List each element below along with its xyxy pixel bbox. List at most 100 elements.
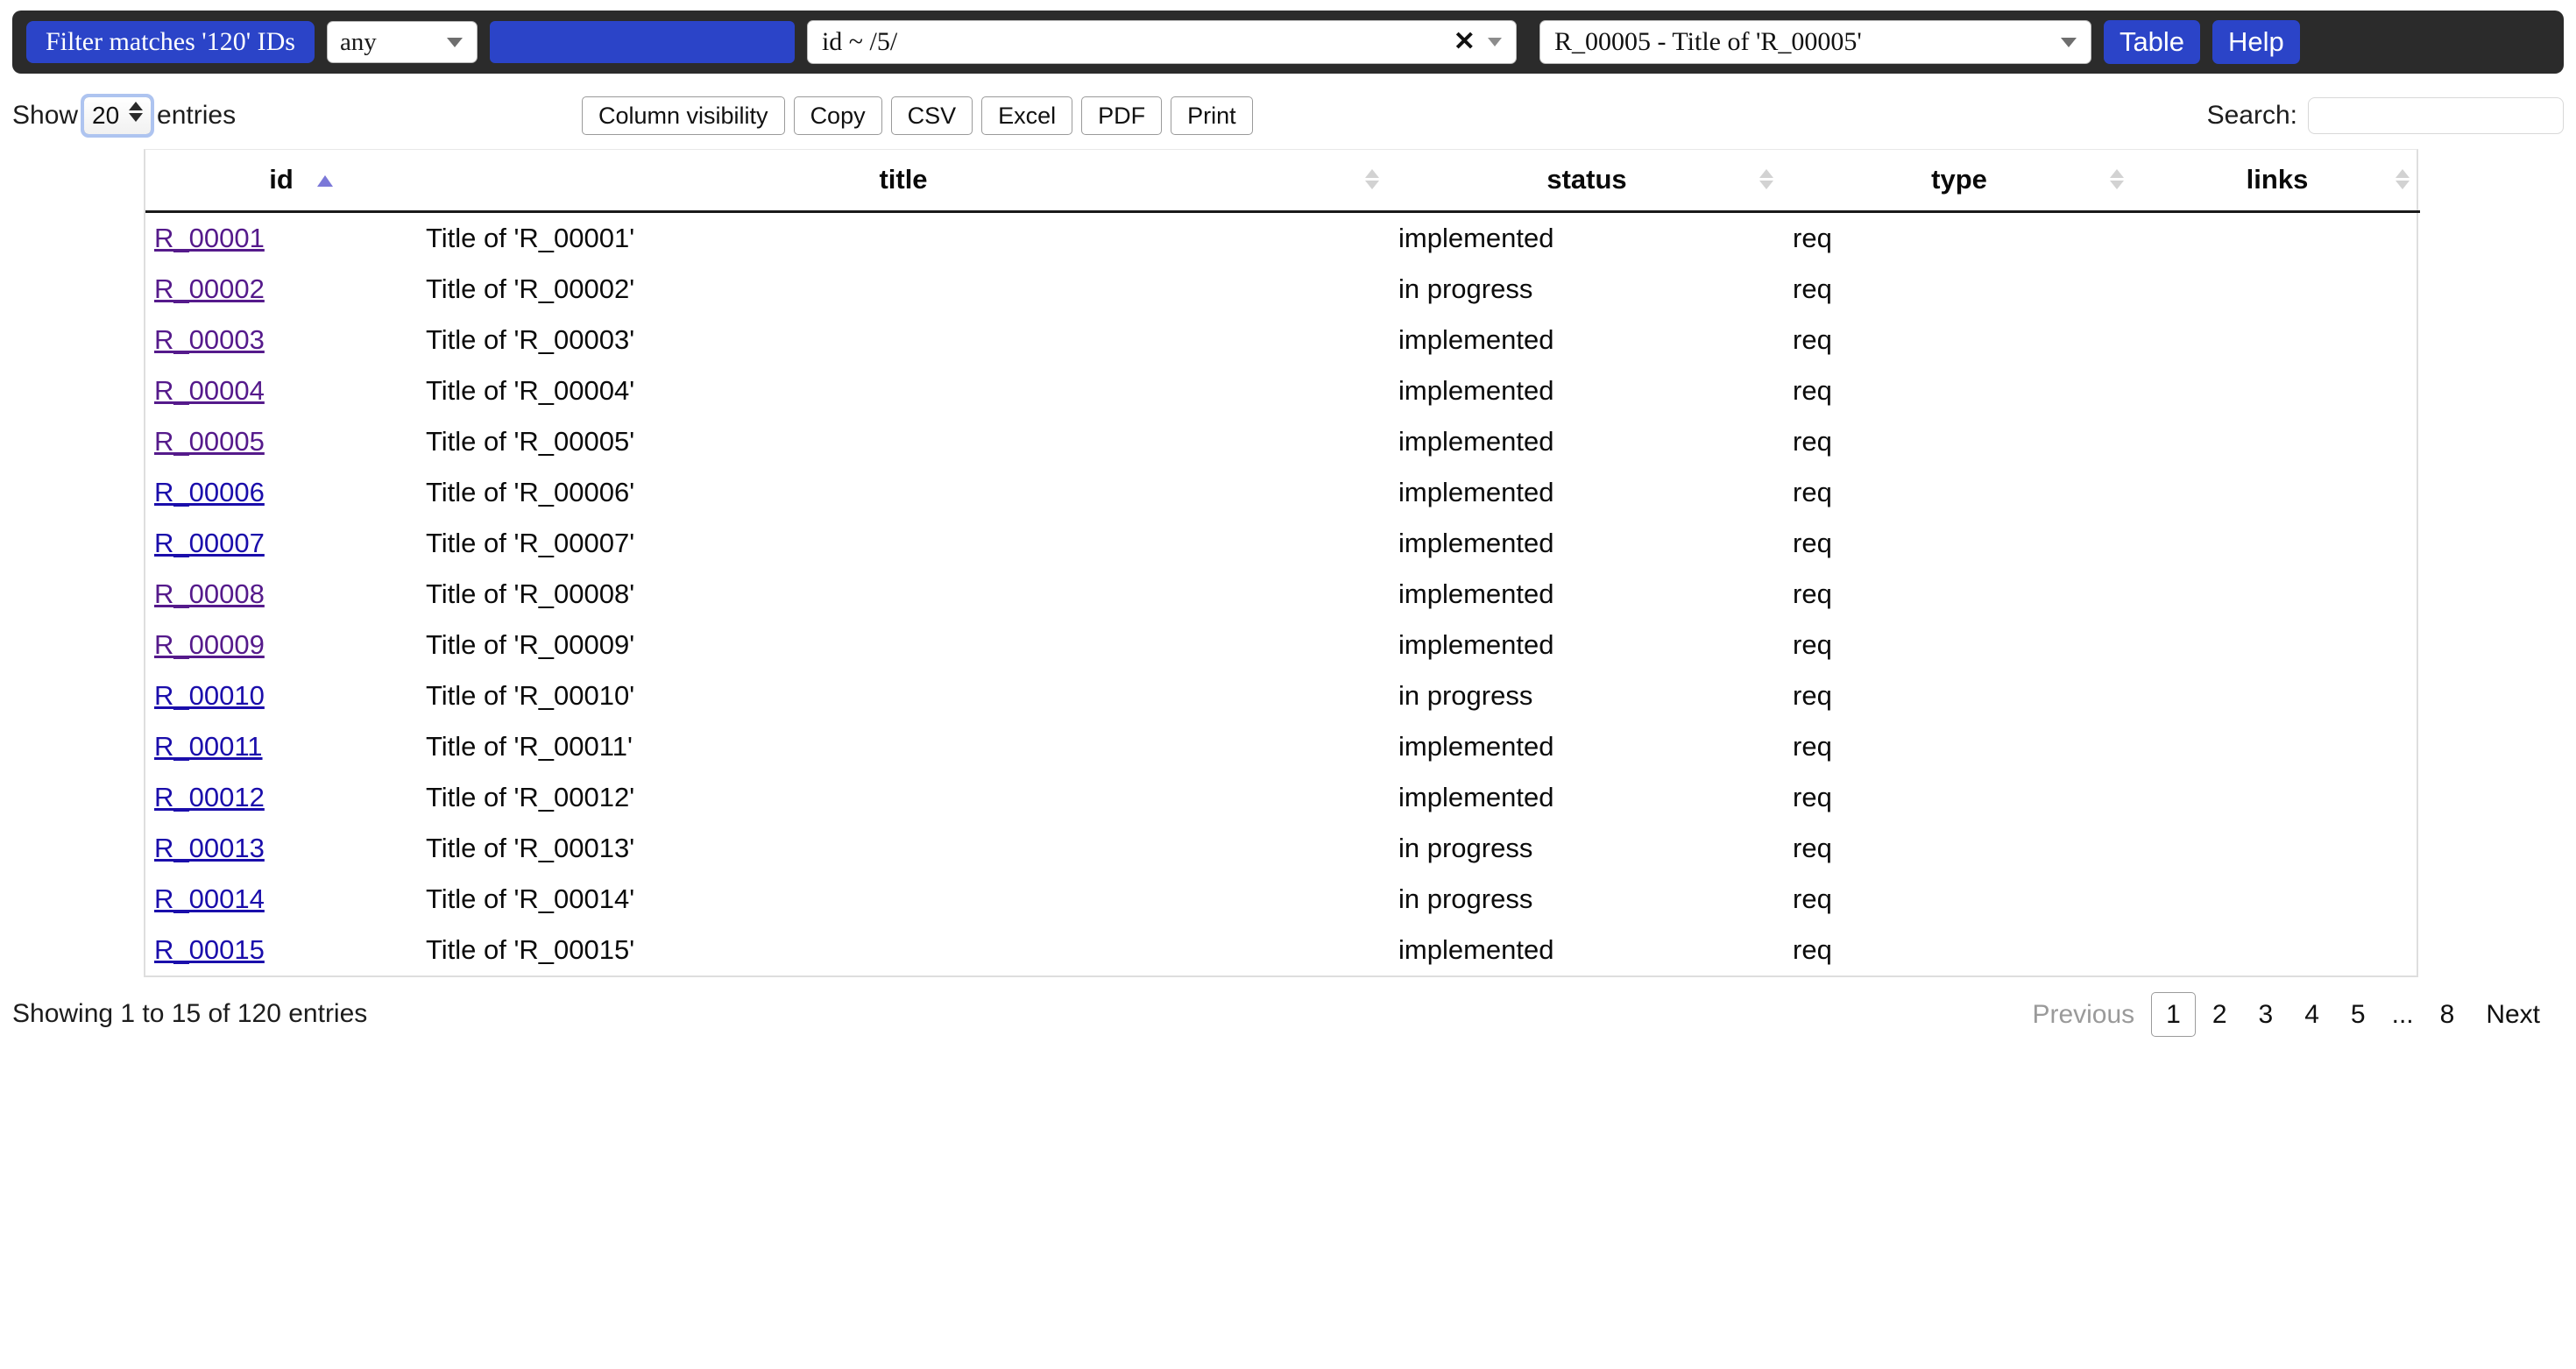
cell-title: Title of 'R_00015' xyxy=(417,925,1390,975)
table-row: R_00001Title of 'R_00001'implementedreq xyxy=(145,212,2420,265)
cell-status: implemented xyxy=(1390,365,1784,416)
pagination-button-3[interactable]: 3 xyxy=(2244,992,2289,1037)
table-view-button[interactable]: Table xyxy=(2104,20,2200,64)
row-id-link[interactable]: R_00008 xyxy=(154,578,265,609)
row-id-link[interactable]: R_00007 xyxy=(154,528,265,558)
help-button[interactable]: Help xyxy=(2212,20,2300,64)
cell-id: R_00009 xyxy=(145,620,417,670)
cell-id: R_00007 xyxy=(145,518,417,569)
column-header-type[interactable]: type xyxy=(1784,150,2134,212)
search-label: Search: xyxy=(2207,101,2297,131)
pagination-button-5[interactable]: 5 xyxy=(2336,992,2381,1037)
datatable-footer: Showing 1 to 15 of 120 entries Previous1… xyxy=(12,988,2564,1040)
cell-status: implemented xyxy=(1390,569,1784,620)
pagination-button-ellipsis: ... xyxy=(2382,992,2424,1037)
pagination-button-8[interactable]: 8 xyxy=(2425,992,2470,1037)
table-head: id title status type links xyxy=(145,150,2420,212)
row-id-link[interactable]: R_00013 xyxy=(154,833,265,863)
query-input-value: id ~ /5/ xyxy=(822,27,897,57)
query-input[interactable]: id ~ /5/ ✕ xyxy=(807,20,1517,64)
cell-type: req xyxy=(1784,823,2134,874)
cell-type: req xyxy=(1784,620,2134,670)
cell-type: req xyxy=(1784,264,2134,315)
cell-id: R_00013 xyxy=(145,823,417,874)
cell-type: req xyxy=(1784,416,2134,467)
cell-links xyxy=(2134,416,2420,467)
document-select[interactable]: R_00005 - Title of 'R_00005' xyxy=(1539,20,2091,64)
page-length-group: Show 20 entries xyxy=(12,96,236,135)
table-row: R_00007Title of 'R_00007'implementedreq xyxy=(145,518,2420,569)
cell-links xyxy=(2134,670,2420,721)
datatable-toolbar: Show 20 entries Column visibility Copy C… xyxy=(12,91,2564,140)
cell-title: Title of 'R_00011' xyxy=(417,721,1390,772)
print-button[interactable]: Print xyxy=(1171,96,1253,135)
search-input[interactable] xyxy=(2308,97,2564,134)
chevron-down-icon[interactable] xyxy=(1488,38,1502,46)
cell-links xyxy=(2134,772,2420,823)
column-header-id[interactable]: id xyxy=(145,150,417,212)
row-id-link[interactable]: R_00001 xyxy=(154,223,265,253)
table-row: R_00008Title of 'R_00008'implementedreq xyxy=(145,569,2420,620)
cell-type: req xyxy=(1784,874,2134,925)
row-id-link[interactable]: R_00012 xyxy=(154,782,265,812)
cell-id: R_00008 xyxy=(145,569,417,620)
sort-none-icon xyxy=(2110,169,2124,189)
row-id-link[interactable]: R_00006 xyxy=(154,477,265,507)
cell-links xyxy=(2134,925,2420,975)
column-visibility-button[interactable]: Column visibility xyxy=(582,96,785,135)
excel-button[interactable]: Excel xyxy=(981,96,1072,135)
cell-id: R_00005 xyxy=(145,416,417,467)
column-header-title-label: title xyxy=(879,164,927,195)
cell-id: R_00011 xyxy=(145,721,417,772)
pagination-button-2[interactable]: 2 xyxy=(2197,992,2242,1037)
match-mode-select[interactable]: any xyxy=(327,21,478,63)
page-length-stepper[interactable]: 20 xyxy=(83,96,152,135)
cell-status: in progress xyxy=(1390,823,1784,874)
column-header-status[interactable]: status xyxy=(1390,150,1784,212)
pagination: Previous12345...8Next xyxy=(2017,992,2555,1037)
row-id-link[interactable]: R_00009 xyxy=(154,629,265,660)
stepper-arrows-icon[interactable] xyxy=(129,102,143,122)
table-row: R_00003Title of 'R_00003'implementedreq xyxy=(145,315,2420,365)
cell-type: req xyxy=(1784,569,2134,620)
row-id-link[interactable]: R_00003 xyxy=(154,324,265,355)
cell-title: Title of 'R_00004' xyxy=(417,365,1390,416)
sort-none-icon xyxy=(1365,169,1379,189)
cell-links xyxy=(2134,874,2420,925)
row-id-link[interactable]: R_00015 xyxy=(154,934,265,965)
match-mode-value: any xyxy=(340,28,377,57)
requirements-table: id title status type links xyxy=(145,150,2420,975)
pagination-button-next[interactable]: Next xyxy=(2471,992,2555,1037)
cell-title: Title of 'R_00014' xyxy=(417,874,1390,925)
close-x-icon[interactable]: ✕ xyxy=(1454,29,1476,55)
search-group: Search: xyxy=(2207,97,2564,134)
cell-status: implemented xyxy=(1390,315,1784,365)
cell-links xyxy=(2134,315,2420,365)
row-id-link[interactable]: R_00011 xyxy=(154,731,263,762)
pdf-button[interactable]: PDF xyxy=(1081,96,1162,135)
pagination-button-1[interactable]: 1 xyxy=(2151,992,2196,1037)
pagination-button-4[interactable]: 4 xyxy=(2289,992,2334,1037)
cell-links xyxy=(2134,721,2420,772)
column-header-links[interactable]: links xyxy=(2134,150,2420,212)
copy-button[interactable]: Copy xyxy=(794,96,882,135)
cell-type: req xyxy=(1784,925,2134,975)
filter-matches-button[interactable]: Filter matches '120' IDs xyxy=(26,21,315,63)
cell-id: R_00014 xyxy=(145,874,417,925)
column-header-title[interactable]: title xyxy=(417,150,1390,212)
table-row: R_00004Title of 'R_00004'implementedreq xyxy=(145,365,2420,416)
sort-none-icon xyxy=(1759,169,1773,189)
filter-toolbar: Filter matches '120' IDs any id ~ /5/ ✕ … xyxy=(12,11,2564,74)
row-id-link[interactable]: R_00010 xyxy=(154,680,265,711)
row-id-link[interactable]: R_00004 xyxy=(154,375,265,406)
cell-status: implemented xyxy=(1390,772,1784,823)
column-header-id-label: id xyxy=(269,164,294,195)
cell-status: implemented xyxy=(1390,416,1784,467)
row-id-link[interactable]: R_00014 xyxy=(154,883,265,914)
cell-id: R_00004 xyxy=(145,365,417,416)
csv-button[interactable]: CSV xyxy=(891,96,973,135)
row-id-link[interactable]: R_00005 xyxy=(154,426,265,457)
sort-ascending-icon xyxy=(317,175,333,187)
row-id-link[interactable]: R_00002 xyxy=(154,273,265,304)
table-row: R_00010Title of 'R_00010'in progressreq xyxy=(145,670,2420,721)
